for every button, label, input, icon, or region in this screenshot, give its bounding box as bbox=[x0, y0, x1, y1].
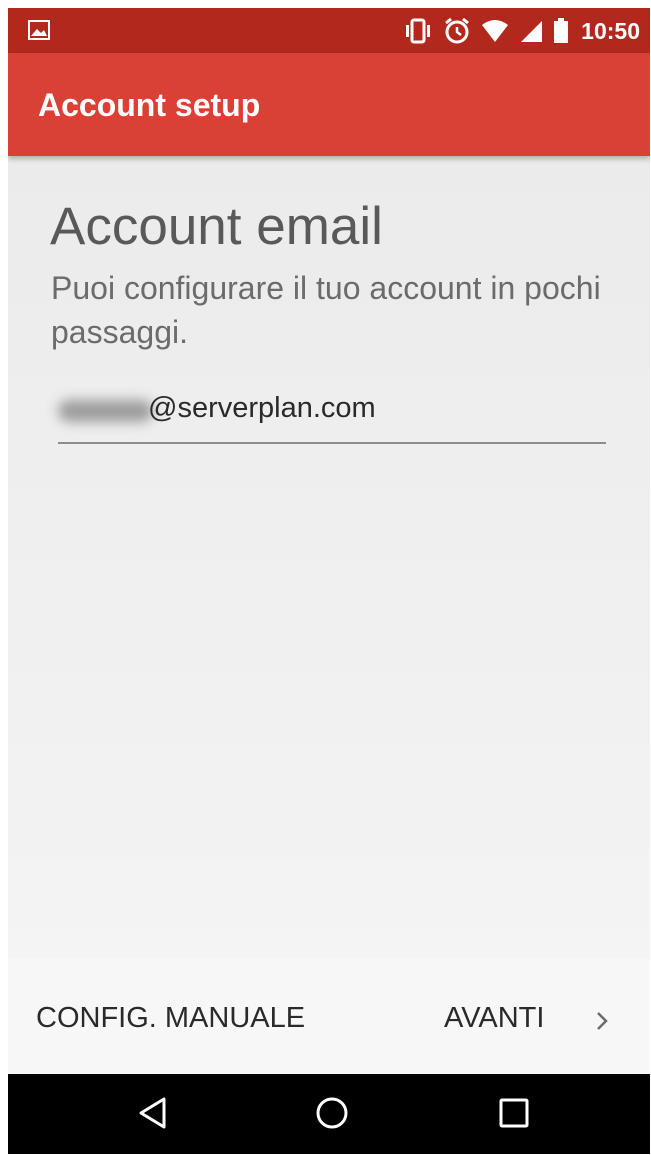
email-input-underline bbox=[58, 442, 606, 444]
main-content: Account email Puoi configurare il tuo ac… bbox=[8, 156, 650, 1074]
home-icon[interactable] bbox=[315, 1096, 349, 1135]
recents-icon[interactable] bbox=[497, 1096, 531, 1135]
app-title: Account setup bbox=[38, 87, 261, 123]
chevron-right-icon bbox=[594, 1008, 610, 1041]
clock: 10:50 bbox=[581, 17, 640, 44]
page-heading: Account email bbox=[50, 197, 383, 256]
page-subtitle: Puoi configurare il tuo account in pochi… bbox=[51, 270, 601, 350]
email-input[interactable]: @serverplan.com bbox=[58, 390, 606, 450]
next-button[interactable]: AVANTI bbox=[444, 1002, 608, 1035]
image-notification-icon bbox=[28, 20, 50, 40]
manual-config-button[interactable]: CONFIG. MANUALE bbox=[36, 1002, 305, 1035]
app-bar: Account setup bbox=[8, 53, 650, 156]
phone-screen: 10:50 Account setup Account email Puoi c… bbox=[8, 8, 650, 1154]
status-icons: 10:50 bbox=[403, 16, 640, 46]
email-input-value: @serverplan.com bbox=[148, 392, 376, 424]
email-username-redacted bbox=[58, 400, 153, 422]
wifi-icon bbox=[481, 19, 509, 43]
alarm-icon bbox=[443, 17, 471, 45]
vibrate-icon bbox=[403, 18, 433, 44]
system-nav-bar bbox=[8, 1074, 650, 1154]
next-button-label: AVANTI bbox=[444, 1002, 545, 1034]
status-bar: 10:50 bbox=[8, 8, 650, 53]
cell-signal-icon bbox=[519, 19, 543, 43]
back-icon[interactable] bbox=[136, 1096, 170, 1135]
battery-icon bbox=[553, 18, 569, 44]
bottom-action-bar: CONFIG. MANUALE AVANTI bbox=[8, 958, 650, 1074]
